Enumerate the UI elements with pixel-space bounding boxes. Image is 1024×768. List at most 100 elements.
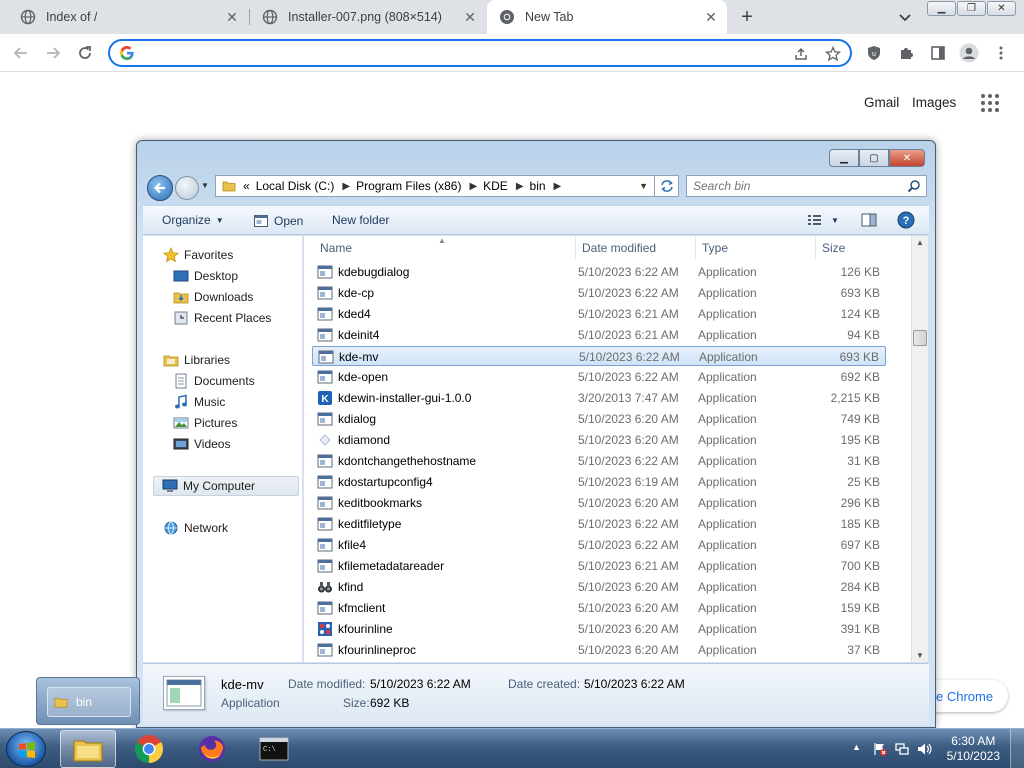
thumbnail-window[interactable]: bin [47,687,131,717]
forward-button[interactable] [42,42,64,64]
nav-documents[interactable]: Documents [173,371,255,391]
explorer-close-button[interactable]: ✕ [889,149,925,167]
column-header-size[interactable]: Size [816,236,892,260]
profile-button[interactable] [958,42,980,64]
close-window-button[interactable]: ✕ [987,1,1016,16]
explorer-minimize-button[interactable]: ▁ [829,149,859,167]
breadcrumb-program-files[interactable]: Program Files (x86) ▶ [356,179,477,193]
breadcrumb-local-disk[interactable]: Local Disk (C:) ▶ [256,179,350,193]
file-row[interactable]: keditfiletype 5/10/2023 6:22 AM Applicatio… [312,514,886,534]
gmail-link[interactable]: Gmail [864,95,899,110]
show-desktop-button[interactable] [1010,729,1024,768]
preview-pane-button[interactable] [861,213,877,227]
help-button[interactable]: ? [897,211,915,229]
taskbar-explorer-button[interactable] [60,730,116,768]
menu-button[interactable] [990,42,1012,64]
ublock-extension-button[interactable]: u [863,42,885,64]
explorer-forward-button[interactable] [175,176,199,200]
chevron-right-icon[interactable]: ▶ [516,181,524,192]
reload-button[interactable] [74,42,96,64]
taskbar-firefox-button[interactable] [184,730,240,768]
tab-installer-image[interactable]: Installer-007.png (808×514) ✕ [250,0,486,34]
open-button[interactable]: Open [253,213,303,229]
file-row[interactable]: kde-open 5/10/2023 6:22 AM Application 692 … [312,367,886,387]
scroll-up-arrow-icon[interactable]: ▲ [916,238,924,247]
new-folder-button[interactable]: New folder [332,213,389,227]
taskbar-chrome-button[interactable] [121,730,177,768]
explorer-back-button[interactable] [147,175,173,201]
close-icon[interactable]: ✕ [224,9,240,25]
file-row[interactable]: Kkdewin-installer-gui-1.0.0 3/20/2013 7:4… [312,388,886,408]
file-row[interactable]: kfourinlineproc 5/10/2023 6:20 AM Applicat… [312,640,886,660]
volume-icon[interactable] [916,741,932,757]
breadcrumb-kde[interactable]: KDE ▶ [483,179,523,193]
images-link[interactable]: Images [912,95,956,110]
nav-recent-places[interactable]: Recent Places [173,308,271,328]
file-row[interactable]: kde-cp 5/10/2023 6:22 AM Application 693 KB [312,283,886,303]
share-icon[interactable] [793,46,809,62]
file-row[interactable]: kdiamond 5/10/2023 6:20 AM Application 195 … [312,430,886,450]
nav-libraries[interactable]: Libraries [163,350,230,370]
nav-desktop[interactable]: Desktop [173,266,238,286]
file-row[interactable]: kdostartupconfig4 5/10/2023 6:19 AM Applic… [312,472,886,492]
file-row[interactable]: kfind 5/10/2023 6:20 AM Application 284 KB [312,577,886,597]
nav-my-computer[interactable]: My Computer [153,476,299,496]
file-row[interactable]: kdontchangethehostname 5/10/2023 6:22 AM A… [312,451,886,471]
file-row[interactable]: kfmclient 5/10/2023 6:20 AM Application 159… [312,598,886,618]
file-row[interactable]: kdebugdialog 5/10/2023 6:22 AM Application… [312,262,886,282]
file-row[interactable]: kded4 5/10/2023 6:21 AM Application 124 KB [312,304,886,324]
taskbar-thumbnail-preview[interactable]: bin [36,677,140,725]
close-icon[interactable]: ✕ [703,9,719,25]
file-row[interactable]: kdeinit4 5/10/2023 6:21 AM Application 94 K… [312,325,886,345]
nav-favorites[interactable]: Favorites [163,245,233,265]
explorer-search-box[interactable] [686,175,927,197]
file-row[interactable]: kdialog 5/10/2023 6:20 AM Application 749 K… [312,409,886,429]
chevron-up-icon[interactable]: ▲ [852,742,861,752]
minimize-button[interactable]: ▁ [927,1,956,16]
start-button[interactable] [6,731,46,767]
taskbar-clock[interactable]: 6:30 AM 5/10/2023 [947,734,1000,764]
chevron-right-icon[interactable]: ▶ [342,181,350,192]
organize-button[interactable]: Organize ▼ [162,213,224,227]
file-row[interactable]: kfile4 5/10/2023 6:22 AM Application 697 KB [312,535,886,555]
file-row[interactable]: kfilemetadatareader 5/10/2023 6:21 AM Appl… [312,556,886,576]
file-row[interactable]: keditbookmarks 5/10/2023 6:20 AM Applicati… [312,493,886,513]
nav-network[interactable]: Network [163,518,228,538]
column-header-date[interactable]: Date modified [576,236,696,260]
nav-music[interactable]: Music [173,392,225,412]
network-tray-icon[interactable] [894,741,910,757]
nav-pictures[interactable]: Pictures [173,413,237,433]
explorer-address-bar[interactable]: « Local Disk (C:) ▶ Program Files (x86) ▶ … [215,175,655,197]
recent-pages-dropdown[interactable]: ▼ [201,181,209,190]
explorer-maximize-button[interactable]: ▢ [859,149,889,167]
search-input[interactable] [693,179,893,193]
back-button[interactable] [10,42,32,64]
restore-button[interactable]: ❐ [957,1,986,16]
scrollbar-thumb[interactable] [913,330,927,346]
chevron-right-icon[interactable]: ▶ [469,181,477,192]
chevron-down-icon[interactable]: ▼ [639,181,648,191]
chevron-right-icon[interactable]: ▶ [554,181,562,192]
scroll-down-arrow-icon[interactable]: ▼ [916,651,924,660]
breadcrumb-bin[interactable]: bin ▶ [530,179,562,193]
action-center-flag-icon[interactable] [872,741,888,757]
address-bar[interactable] [108,39,852,67]
tab-new-tab[interactable]: New Tab ✕ [487,0,727,34]
chevron-down-icon[interactable] [896,8,914,26]
new-tab-button[interactable]: + [736,6,758,28]
breadcrumb-overflow[interactable]: « [243,179,250,193]
file-row[interactable]: kfourinline 5/10/2023 6:20 AM Application 3… [312,619,886,639]
side-panel-button[interactable] [927,42,949,64]
file-row[interactable]: kde-mv 5/10/2023 6:22 AM Application 693 KB [312,346,886,366]
explorer-refresh-button[interactable] [655,175,679,197]
tab-index[interactable]: Index of / ✕ [8,0,248,34]
nav-downloads[interactable]: Downloads [173,287,253,307]
change-view-button[interactable]: ▼ [807,213,839,227]
google-apps-icon[interactable] [981,94,999,112]
column-header-type[interactable]: Type [696,236,816,260]
taskbar-cmd-button[interactable]: C:\ [246,730,302,768]
nav-videos[interactable]: Videos [173,434,230,454]
extensions-button[interactable] [895,42,917,64]
star-icon[interactable] [825,46,841,62]
close-icon[interactable]: ✕ [462,9,478,25]
